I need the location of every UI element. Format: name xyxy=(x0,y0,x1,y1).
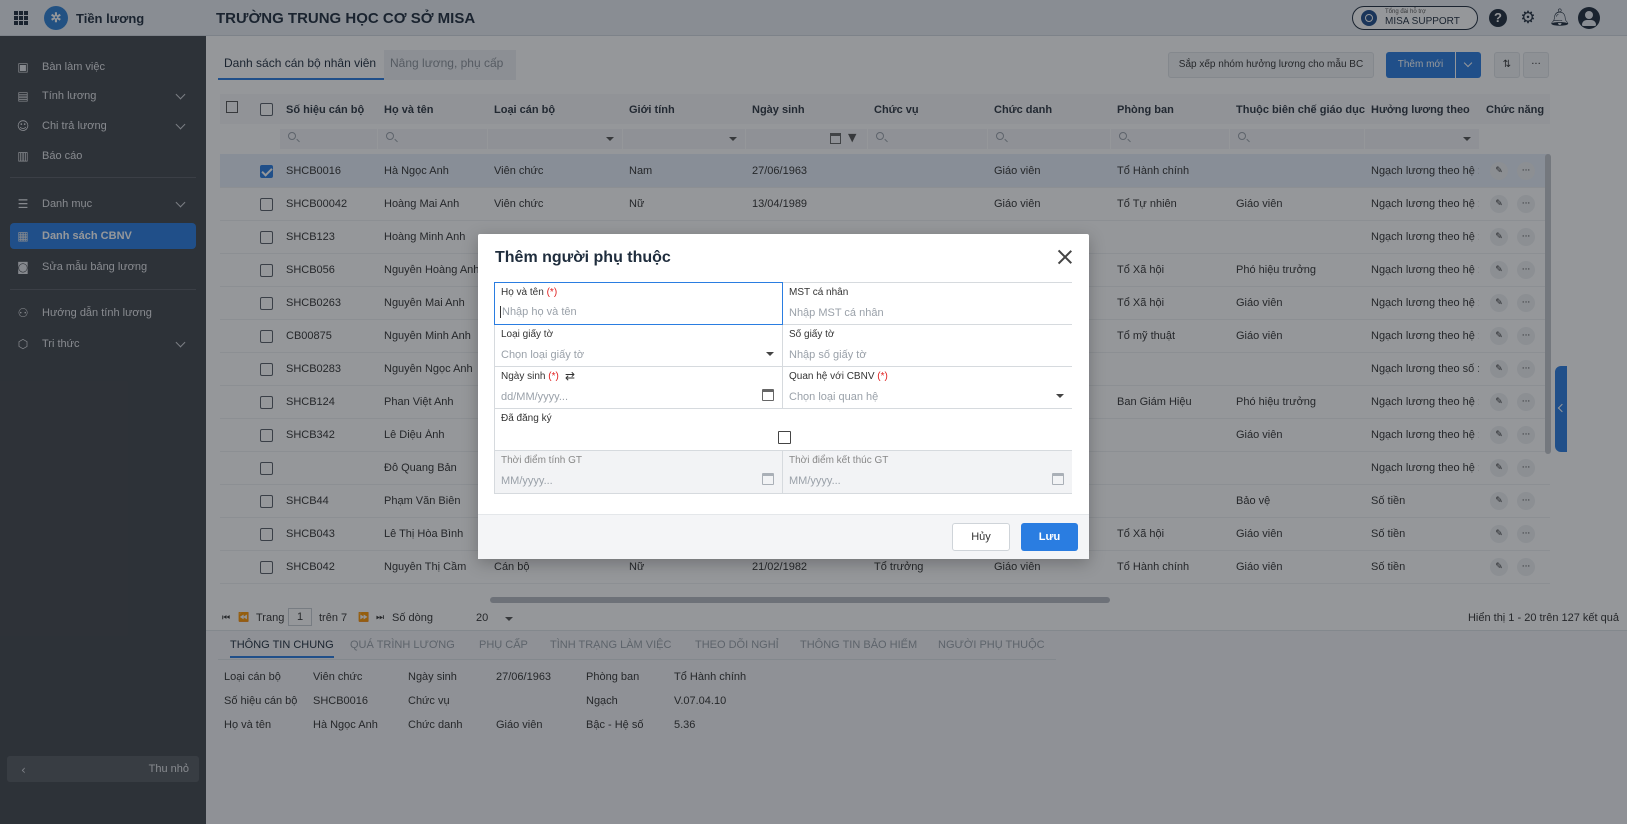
calendar-icon xyxy=(762,473,774,485)
deduction-end-field: Thời điểm kết thúc GT MM/yyyy... xyxy=(783,451,1072,493)
relation-placeholder: Chọn loại quan hệ xyxy=(789,391,879,403)
relation-select[interactable]: Quan hệ với CBNV (*) Chọn loại quan hệ xyxy=(783,367,1072,409)
document-number-label: Số giấy tờ xyxy=(789,329,835,340)
calendar-icon xyxy=(1052,473,1064,485)
relation-label: Quan hệ với CBNV (*) xyxy=(789,371,888,382)
dob-label: Ngày sinh (*) xyxy=(501,371,559,382)
fullname-placeholder: Nhập họ và tên xyxy=(500,306,577,318)
close-icon[interactable] xyxy=(1056,248,1074,266)
deduction-start-placeholder: MM/yyyy... xyxy=(501,475,553,487)
document-number-placeholder: Nhập số giấy tờ xyxy=(789,349,867,361)
dob-field[interactable]: Ngày sinh (*) ⇄ dd/MM/yyyy... xyxy=(495,367,783,409)
registered-checkbox[interactable] xyxy=(778,431,791,444)
save-button[interactable]: Lưu xyxy=(1021,523,1078,551)
fullname-label: Họ và tên (*) xyxy=(501,287,558,298)
calendar-icon[interactable] xyxy=(762,389,774,401)
tax-code-placeholder: Nhập MST cá nhân xyxy=(789,307,884,319)
tax-code-label: MST cá nhân xyxy=(789,287,849,298)
document-number-field[interactable]: Số giấy tờ Nhập số giấy tờ xyxy=(783,325,1072,367)
document-type-select[interactable]: Loại giấy tờ Chọn loại giấy tờ xyxy=(495,325,783,367)
add-dependent-dialog: Thêm người phụ thuộc Họ và tên (*) Nhập … xyxy=(478,234,1089,559)
dob-placeholder: dd/MM/yyyy... xyxy=(501,391,569,403)
dialog-title: Thêm người phụ thuộc xyxy=(495,249,671,266)
deduction-start-label: Thời điểm tính GT xyxy=(501,455,583,466)
caret-down-icon xyxy=(766,352,774,356)
deduction-end-label: Thời điểm kết thúc GT xyxy=(789,455,889,466)
swap-format-icon[interactable]: ⇄ xyxy=(565,369,575,383)
cancel-button[interactable]: Hủy xyxy=(952,523,1010,551)
document-type-placeholder: Chọn loại giấy tờ xyxy=(501,349,585,361)
dependent-form: Họ và tên (*) Nhập họ và tên MST cá nhân… xyxy=(494,282,1072,494)
deduction-start-field: Thời điểm tính GT MM/yyyy... xyxy=(495,451,783,493)
fullname-field[interactable]: Họ và tên (*) Nhập họ và tên xyxy=(494,282,783,325)
document-type-label: Loại giấy tờ xyxy=(501,329,554,340)
caret-down-icon xyxy=(1056,394,1064,398)
deduction-end-placeholder: MM/yyyy... xyxy=(789,475,841,487)
tax-code-field[interactable]: MST cá nhân Nhập MST cá nhân xyxy=(783,283,1072,325)
registered-field: Đã đăng ký xyxy=(495,409,1072,451)
registered-label: Đã đăng ký xyxy=(501,413,552,424)
